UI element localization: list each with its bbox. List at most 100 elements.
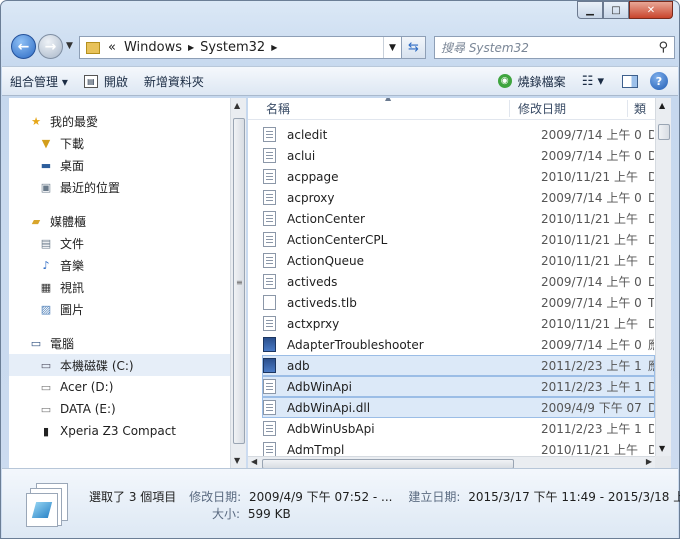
file-row[interactable]: AdmTmpl 2010/11/21 上午 ... D (262, 439, 655, 456)
file-row[interactable]: activeds.tlb 2009/7/14 上午 0... T (262, 292, 655, 313)
breadcrumb-separator-icon[interactable]: ▶ (186, 43, 196, 52)
column-header-type[interactable]: 類 (627, 100, 655, 117)
nav-item-label: 本機磁碟 (C:) (60, 358, 134, 373)
file-type: D (648, 232, 654, 247)
file-row[interactable]: AdbWinApi.dll 2009/4/9 下午 07... D (262, 397, 655, 418)
navigation-scrollbar[interactable]: ▲ ≡ ▼ (230, 98, 246, 468)
file-row[interactable]: activeds 2009/7/14 上午 0... D (262, 271, 655, 292)
dll-file-icon (263, 274, 276, 289)
forward-button[interactable]: → (38, 34, 63, 59)
recent-pages-dropdown[interactable]: ▼ (66, 41, 73, 51)
file-list-scrollbar[interactable]: ▲ ▼ (655, 98, 671, 456)
open-button[interactable]: ▤ 開啟 (76, 69, 136, 93)
scroll-down-icon[interactable]: ▼ (234, 456, 240, 465)
breadcrumb-overflow[interactable]: « (104, 40, 120, 55)
nav-item-drive-c[interactable]: ▭ 本機磁碟 (C:) (9, 354, 230, 376)
file-type: D (648, 127, 654, 142)
back-button[interactable]: ← (11, 34, 36, 59)
change-view-button[interactable]: ☷ ▾ (574, 69, 616, 93)
refresh-button[interactable]: ⇆ (401, 36, 426, 59)
nav-item-downloads[interactable]: ▼ 下載 (9, 132, 230, 154)
nav-item-documents[interactable]: ▤ 文件 (9, 232, 230, 254)
file-type: D (648, 379, 654, 394)
column-headers: ▲ 名稱 修改日期 類 (248, 98, 655, 120)
favorites-header[interactable]: ★ 我的最愛 (9, 110, 230, 132)
file-type: D (648, 253, 654, 268)
modified-value: 2009/4/9 下午 07:52 - ... (248, 490, 393, 504)
column-header-modified[interactable]: 修改日期 (509, 100, 627, 117)
nav-item-pictures[interactable]: ▨ 圖片 (9, 298, 230, 320)
dll-file-icon (263, 379, 276, 394)
dll-file-icon (263, 211, 276, 226)
horizontal-scrollbar[interactable]: ◀ ▶ (248, 456, 655, 469)
column-header-name[interactable]: ▲ 名稱 (248, 98, 509, 117)
file-type: 應 (642, 336, 654, 353)
scroll-thumb[interactable] (658, 124, 670, 140)
nav-item-phone[interactable]: ▮ Xperia Z3 Compact (9, 420, 230, 442)
file-row[interactable]: AdbWinUsbApi 2011/2/23 上午 1... D (262, 418, 655, 439)
address-bar[interactable]: « Windows ▶ System32 ▶ ▼ (79, 36, 402, 59)
burn-label: 燒錄檔案 (517, 74, 566, 89)
nav-item-drive-e[interactable]: ▭ DATA (E:) (9, 398, 230, 420)
scroll-right-icon[interactable]: ▶ (646, 457, 652, 466)
minimize-button[interactable]: ▁ (577, 1, 603, 19)
file-type: D (648, 148, 654, 163)
new-folder-button[interactable]: 新增資料夾 (136, 69, 212, 93)
arrow-right-icon: → (44, 38, 57, 55)
nav-item-label: 下載 (60, 136, 85, 151)
search-icon[interactable]: ⚲ (658, 40, 668, 55)
file-row[interactable]: ActionQueue 2010/11/21 上午 ... D (262, 250, 655, 271)
file-row[interactable]: acppage 2010/11/21 上午 ... D (262, 166, 655, 187)
recent-places-icon: ▣ (40, 180, 52, 194)
dll-file-icon (263, 316, 276, 331)
nav-item-videos[interactable]: ▦ 視訊 (9, 276, 230, 298)
nav-item-label: 圖片 (60, 302, 85, 317)
computer-header[interactable]: ▭ 電腦 (9, 332, 230, 354)
file-row[interactable]: AdapterTroubleshooter 2009/7/14 上午 0...應 (262, 334, 655, 355)
search-input[interactable]: 搜尋 System32 ⚲ (434, 36, 675, 59)
scroll-up-icon[interactable]: ▲ (234, 101, 240, 110)
close-button[interactable]: ✕ (629, 1, 673, 19)
dll-file-icon (263, 253, 276, 268)
help-icon[interactable]: ? (650, 72, 668, 90)
file-type: 應 (642, 357, 654, 374)
burn-button[interactable]: ◉ 燒錄檔案 (490, 69, 574, 93)
explorer-window: ▁ □ ✕ ← → ▼ « Windows ▶ System32 ▶ ▼ ⇆ 搜… (0, 0, 680, 539)
nav-item-recent[interactable]: ▣ 最近的位置 (9, 176, 230, 198)
file-row[interactable]: actxprxy 2010/11/21 上午 ... D (262, 313, 655, 334)
file-row[interactable]: acproxy 2009/7/14 上午 0... D (262, 187, 655, 208)
file-row[interactable]: ActionCenterCPL 2010/11/21 上午 ... D (262, 229, 655, 250)
libraries-header[interactable]: ▰ 媒體櫃 (9, 210, 230, 232)
local-disk-icon: ▭ (40, 358, 52, 372)
scroll-down-icon[interactable]: ▼ (659, 444, 665, 453)
breadcrumb-windows[interactable]: Windows (120, 40, 186, 55)
nav-item-desktop[interactable]: ▬ 桌面 (9, 154, 230, 176)
video-icon: ▦ (40, 280, 52, 294)
file-row[interactable]: aclui 2009/7/14 上午 0... D (262, 145, 655, 166)
file-row[interactable]: ActionCenter 2010/11/21 上午 ... D (262, 208, 655, 229)
maximize-button[interactable]: □ (603, 1, 629, 19)
file-list: ▲ 名稱 修改日期 類 acledit 2009/7/14 上午 0... Daclu… (248, 98, 655, 456)
file-name: ActionQueue (287, 253, 365, 268)
preview-pane-icon[interactable] (622, 74, 638, 88)
computer-title: 電腦 (50, 336, 75, 351)
nav-item-drive-d[interactable]: ▭ Acer (D:) (9, 376, 230, 398)
scroll-up-icon[interactable]: ▲ (659, 101, 665, 110)
modified-label: 修改日期: (189, 490, 242, 504)
address-dropdown-icon[interactable]: ▼ (383, 37, 401, 58)
file-name: actxprxy (287, 316, 340, 331)
organize-button[interactable]: 組合管理 ▾ (2, 69, 76, 93)
nav-item-music[interactable]: ♪ 音樂 (9, 254, 230, 276)
breadcrumb-system32[interactable]: System32 (196, 40, 269, 55)
breadcrumb-separator-icon[interactable]: ▶ (269, 43, 279, 52)
file-modified: 2011/2/23 上午 1... (541, 422, 642, 436)
file-row[interactable]: acledit 2009/7/14 上午 0... D (262, 124, 655, 145)
file-name: aclui (287, 148, 316, 163)
file-row[interactable]: adb 2011/2/23 上午 1...應 (262, 355, 655, 376)
nav-item-label: 視訊 (60, 280, 85, 295)
file-row[interactable]: AdbWinApi 2011/2/23 上午 1... D (262, 376, 655, 397)
scroll-grip-icon: ≡ (236, 278, 243, 287)
scroll-left-icon[interactable]: ◀ (251, 457, 257, 466)
documents-icon: ▤ (40, 236, 52, 250)
